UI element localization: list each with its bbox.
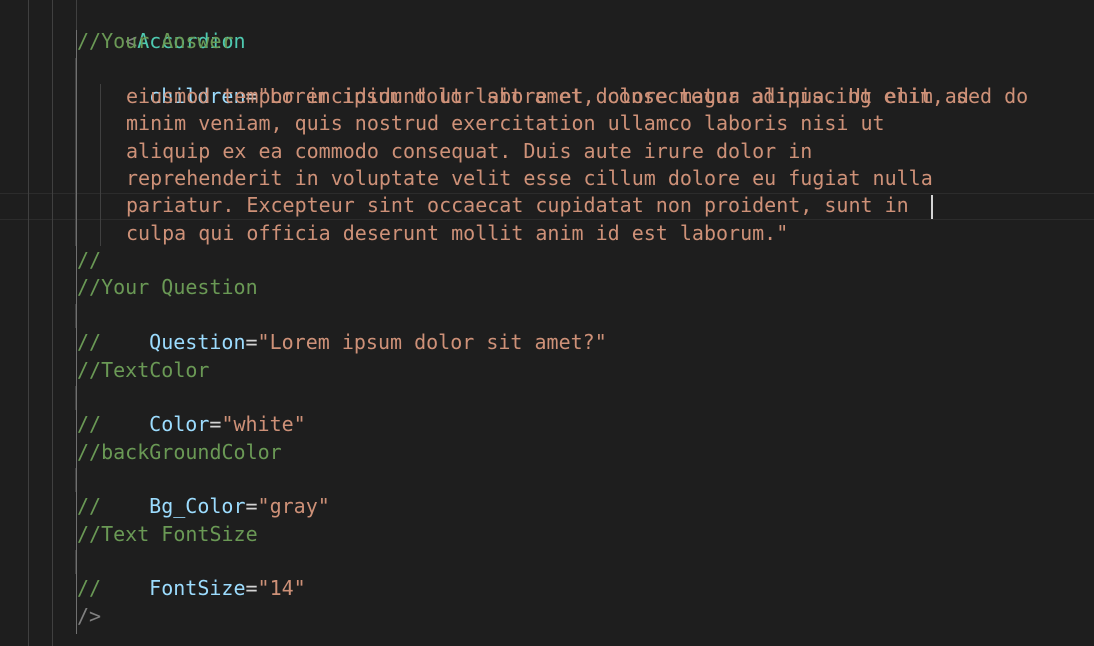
attr-value: "gray" <box>257 494 330 518</box>
indent-guide <box>75 304 76 328</box>
attr-value: "Lorem ipsum dolor sit amet?" <box>257 330 607 354</box>
code-line-wrapped[interactable]: reprehenderit in voluptate velit esse ci… <box>126 165 933 192</box>
code-line-wrapped[interactable]: culpa qui officia deserunt mollit anim i… <box>126 220 788 247</box>
code-line-color[interactable]: Color="white" <box>101 384 306 436</box>
indent-guide <box>28 0 29 646</box>
indent-guide <box>75 550 76 574</box>
code-editor[interactable]: <Accordion //Your Answer children="Lorem… <box>0 0 1094 646</box>
attr-name: Question <box>149 330 246 354</box>
code-line-close-tag[interactable]: /> <box>77 603 101 630</box>
code-comment-text-color[interactable]: //TextColor <box>77 357 209 384</box>
code-line-bg-color[interactable]: Bg_Color="gray" <box>101 466 330 518</box>
text-cursor <box>931 195 933 219</box>
indent-guide <box>52 0 53 646</box>
code-line-open-tag[interactable]: <Accordion <box>77 1 245 53</box>
indent-guide <box>75 386 76 410</box>
code-comment-end[interactable]: // <box>77 247 101 274</box>
code-line-question[interactable]: Question="Lorem ipsum dolor sit amet?" <box>101 302 607 354</box>
code-line-fontsize[interactable]: FontSize="14" <box>101 548 306 600</box>
code-line-wrapped[interactable]: eiusmod tempor incididunt ut labore et d… <box>126 83 969 110</box>
attr-name: FontSize <box>149 576 246 600</box>
code-line-children[interactable]: children="Lorem ipsum dolor sit amet, co… <box>101 56 1028 108</box>
attr-equals: = <box>209 412 222 436</box>
code-comment-background-color[interactable]: //backGroundColor <box>77 439 282 466</box>
attr-equals: = <box>245 330 258 354</box>
attr-equals: = <box>245 576 258 600</box>
attr-value: "14" <box>257 576 306 600</box>
wrap-indent-guide <box>75 58 76 246</box>
code-comment-text-fontsize[interactable]: //Text FontSize <box>77 521 258 548</box>
indent-guide <box>75 468 76 492</box>
code-comment-end[interactable]: // <box>77 411 101 438</box>
code-line-wrapped[interactable]: aliquip ex ea commodo consequat. Duis au… <box>126 138 812 165</box>
code-comment-end[interactable]: // <box>77 493 101 520</box>
code-comment-your-question[interactable]: //Your Question <box>77 274 258 301</box>
attr-name: Bg_Color <box>149 494 246 518</box>
code-line-wrapped[interactable]: pariatur. Excepteur sint occaecat cupida… <box>126 192 909 219</box>
code-comment-end[interactable]: // <box>77 575 101 602</box>
attr-name: Color <box>149 412 210 436</box>
code-comment-your-answer[interactable]: //Your Answer <box>77 28 234 55</box>
attr-equals: = <box>245 494 258 518</box>
code-line-wrapped[interactable]: minim veniam, quis nostrud exercitation … <box>126 110 885 137</box>
code-comment-end[interactable]: // <box>77 329 101 356</box>
attr-value: "white" <box>221 412 306 436</box>
